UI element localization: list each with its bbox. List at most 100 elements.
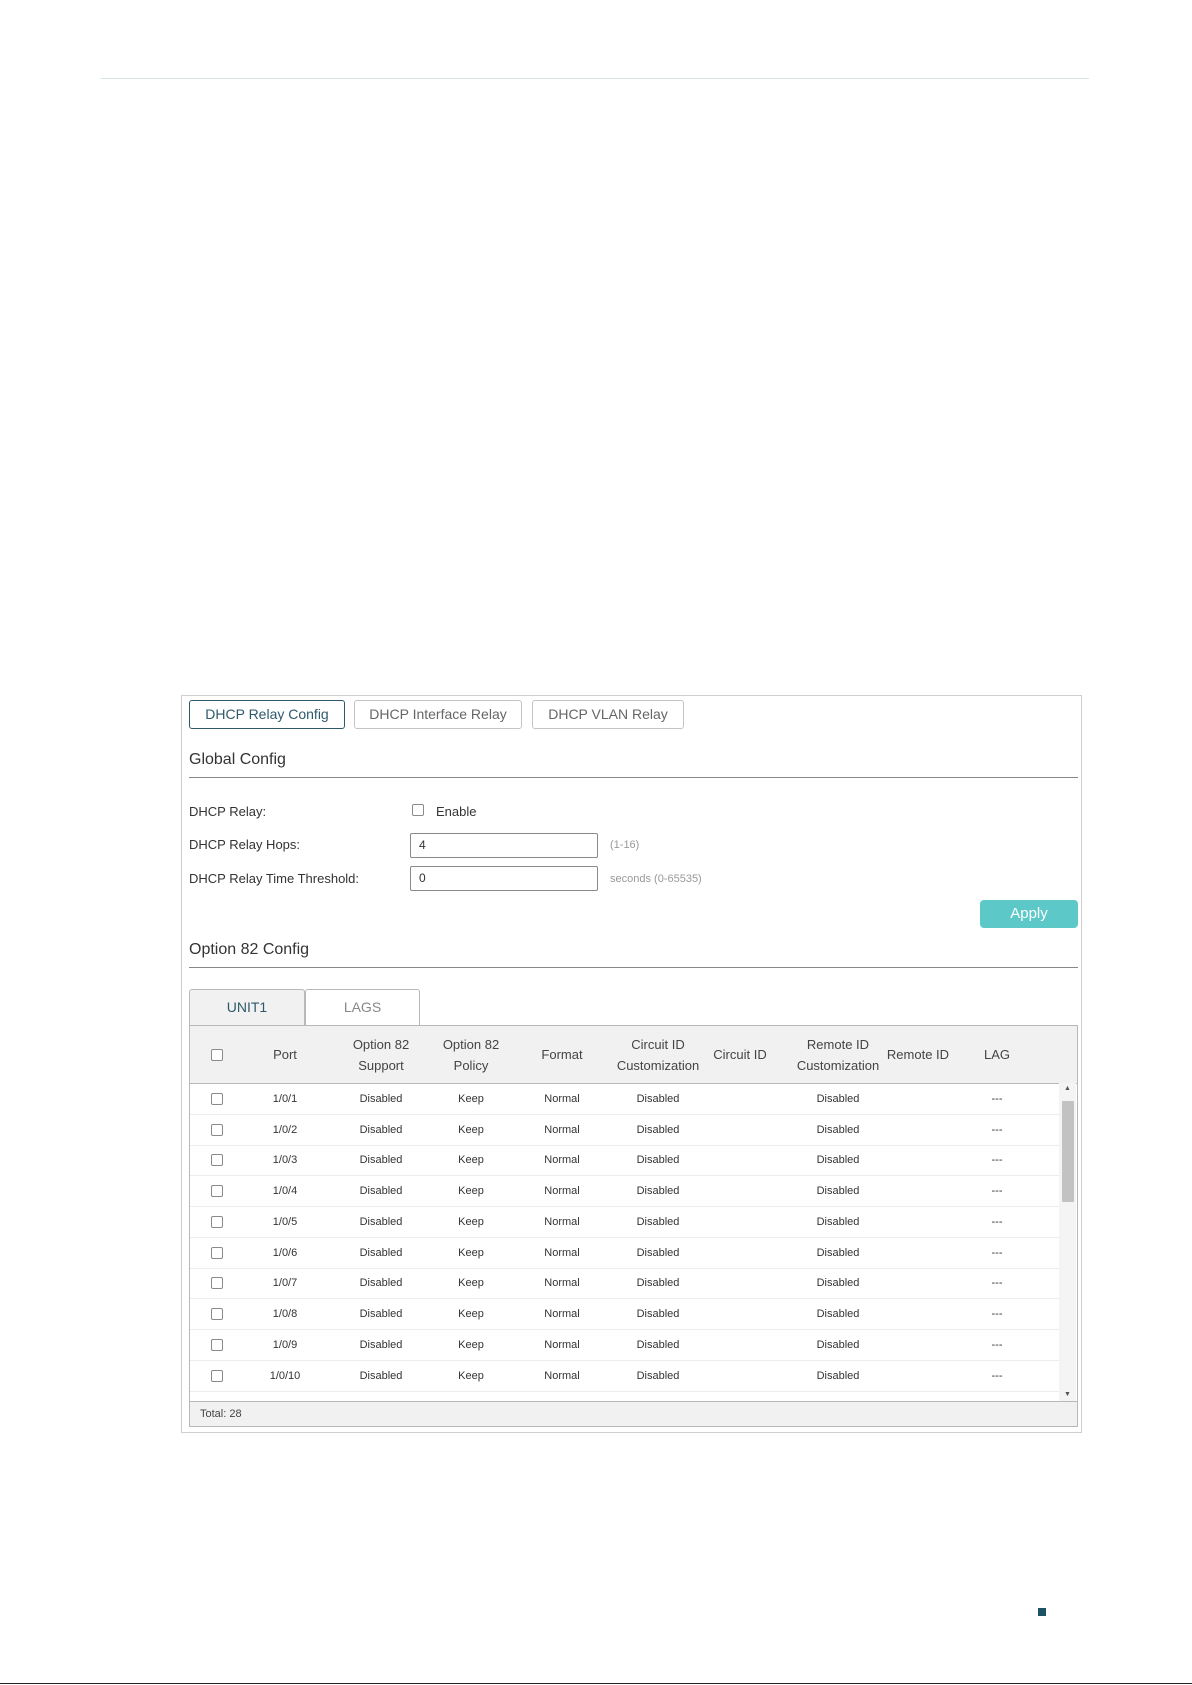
table-row[interactable]: 1/0/1 Disabled Keep Normal Disabled Disabled -… bbox=[190, 1084, 1060, 1115]
tab-unit1[interactable]: UNIT1 bbox=[189, 989, 305, 1025]
cell-support: Disabled bbox=[359, 1370, 403, 1382]
cell-lag: --- bbox=[991, 1124, 1003, 1136]
row-select-cell bbox=[204, 1361, 230, 1391]
cell-circuit-cust: Disabled bbox=[636, 1216, 680, 1228]
col-remote-id-customization: Remote ID Customization bbox=[783, 1026, 893, 1083]
col-port: Port bbox=[250, 1026, 320, 1083]
row-select-checkbox[interactable] bbox=[211, 1093, 223, 1105]
cell-support: Disabled bbox=[359, 1154, 403, 1166]
row-select-cell bbox=[204, 1238, 230, 1268]
cell-remote-cust: Disabled bbox=[816, 1093, 860, 1105]
cell-circuit-cust: Disabled bbox=[636, 1370, 680, 1382]
cell-remote-cust: Disabled bbox=[816, 1124, 860, 1136]
dhcp-relay-hops-input[interactable]: 4 bbox=[410, 833, 598, 858]
table-scrollbar[interactable]: ▲ ▼ bbox=[1059, 1083, 1076, 1401]
col-label-line1: Option 82 bbox=[442, 1036, 500, 1052]
cell-format: Normal bbox=[544, 1339, 580, 1351]
col-option82-policy: Option 82 Policy bbox=[421, 1026, 521, 1083]
cell-remote-cust: Disabled bbox=[816, 1216, 860, 1228]
tab-dhcp-vlan-relay[interactable]: DHCP VLAN Relay bbox=[532, 700, 684, 729]
cell-lag: --- bbox=[991, 1277, 1003, 1289]
table-row[interactable]: 1/0/4 Disabled Keep Normal Disabled Disabled -… bbox=[190, 1176, 1060, 1207]
cell-circuit-id bbox=[700, 1268, 780, 1298]
scroll-down-arrow-icon[interactable]: ▼ bbox=[1059, 1389, 1076, 1401]
table-row[interactable]: 1/0/8 Disabled Keep Normal Disabled Disabled -… bbox=[190, 1299, 1060, 1330]
cell-format: Normal bbox=[544, 1154, 580, 1166]
row-select-cell bbox=[204, 1299, 230, 1329]
col-circuit-id: Circuit ID bbox=[700, 1026, 780, 1083]
cell-policy: Keep bbox=[458, 1247, 484, 1259]
cell-circuit-cust: Disabled bbox=[636, 1093, 680, 1105]
cell-port: 1/0/7 bbox=[272, 1277, 298, 1289]
table-row[interactable]: 1/0/3 Disabled Keep Normal Disabled Disabled -… bbox=[190, 1145, 1060, 1176]
cell-lag: --- bbox=[991, 1247, 1003, 1259]
cell-remote-id bbox=[878, 1299, 958, 1329]
dhcp-relay-enable-checkbox[interactable] bbox=[412, 804, 424, 816]
cell-circuit-cust: Disabled bbox=[636, 1124, 680, 1136]
dhcp-relay-threshold-label: DHCP Relay Time Threshold: bbox=[189, 871, 360, 886]
cell-support: Disabled bbox=[359, 1247, 403, 1259]
col-port-label: Port bbox=[273, 1047, 297, 1062]
cell-port: 1/0/1 bbox=[272, 1093, 298, 1105]
page-header-rule bbox=[101, 78, 1089, 79]
select-all-checkbox[interactable] bbox=[211, 1048, 223, 1061]
cell-policy: Keep bbox=[458, 1370, 484, 1382]
dhcp-relay-threshold-input[interactable]: 0 bbox=[410, 866, 598, 891]
cell-format: Normal bbox=[544, 1247, 580, 1259]
row-select-checkbox[interactable] bbox=[211, 1370, 223, 1382]
table-row[interactable]: 1/0/5 Disabled Keep Normal Disabled Disabled -… bbox=[190, 1207, 1060, 1238]
cell-support: Disabled bbox=[359, 1093, 403, 1105]
col-lag: LAG bbox=[967, 1026, 1027, 1083]
cell-circuit-id bbox=[700, 1084, 780, 1114]
cell-remote-id bbox=[878, 1084, 958, 1114]
option82-config-divider bbox=[189, 967, 1078, 968]
cell-support: Disabled bbox=[359, 1216, 403, 1228]
col-circuit-id-label: Circuit ID bbox=[713, 1047, 767, 1062]
row-select-checkbox[interactable] bbox=[211, 1154, 223, 1166]
col-format-label: Format bbox=[541, 1047, 583, 1062]
cell-policy: Keep bbox=[458, 1093, 484, 1105]
cell-lag: --- bbox=[991, 1154, 1003, 1166]
cell-support: Disabled bbox=[359, 1124, 403, 1136]
cell-format: Normal bbox=[544, 1308, 580, 1320]
table-row[interactable]: 1/0/10 Disabled Keep Normal Disabled Disabled… bbox=[190, 1361, 1060, 1392]
col-option82-support: Option 82 Support bbox=[326, 1026, 436, 1083]
cell-remote-cust: Disabled bbox=[816, 1185, 860, 1197]
scroll-up-arrow-icon[interactable]: ▲ bbox=[1059, 1083, 1076, 1095]
table-row[interactable]: 1/0/2 Disabled Keep Normal Disabled Disabled -… bbox=[190, 1115, 1060, 1146]
cell-remote-cust: Disabled bbox=[816, 1277, 860, 1289]
row-select-checkbox[interactable] bbox=[211, 1216, 223, 1228]
row-select-checkbox[interactable] bbox=[211, 1247, 223, 1259]
cell-policy: Keep bbox=[458, 1216, 484, 1228]
cell-port: 1/0/4 bbox=[272, 1185, 298, 1197]
table-row[interactable]: 1/0/9 Disabled Keep Normal Disabled Disabled -… bbox=[190, 1330, 1060, 1361]
option82-port-table: Port Option 82 Support Option 82 Policy … bbox=[189, 1025, 1078, 1427]
scroll-thumb[interactable] bbox=[1062, 1101, 1074, 1202]
cell-circuit-cust: Disabled bbox=[636, 1308, 680, 1320]
cell-remote-cust: Disabled bbox=[816, 1247, 860, 1259]
row-select-checkbox[interactable] bbox=[211, 1277, 223, 1289]
apply-button[interactable]: Apply bbox=[980, 900, 1078, 928]
cell-circuit-cust: Disabled bbox=[636, 1185, 680, 1197]
table-row[interactable]: 1/0/7 Disabled Keep Normal Disabled Disabled -… bbox=[190, 1268, 1060, 1299]
global-config-title: Global Config bbox=[189, 751, 286, 768]
col-label-line2: Customization bbox=[616, 1057, 700, 1073]
row-select-cell bbox=[204, 1268, 230, 1298]
cell-remote-id bbox=[878, 1176, 958, 1206]
col-remote-id-label: Remote ID bbox=[886, 1047, 950, 1062]
cell-circuit-cust: Disabled bbox=[636, 1154, 680, 1166]
row-select-checkbox[interactable] bbox=[211, 1308, 223, 1320]
cell-support: Disabled bbox=[359, 1185, 403, 1197]
cell-lag: --- bbox=[991, 1093, 1003, 1105]
row-select-checkbox[interactable] bbox=[211, 1124, 223, 1136]
row-select-checkbox[interactable] bbox=[211, 1185, 223, 1197]
tab-dhcp-relay-config[interactable]: DHCP Relay Config bbox=[189, 700, 345, 729]
cell-circuit-id bbox=[700, 1361, 780, 1391]
row-select-checkbox[interactable] bbox=[211, 1339, 223, 1351]
threshold-range-hint: seconds (0-65535) bbox=[610, 873, 702, 885]
option82-config-title: Option 82 Config bbox=[189, 941, 310, 958]
tab-dhcp-interface-relay[interactable]: DHCP Interface Relay bbox=[354, 700, 522, 729]
table-row[interactable]: 1/0/6 Disabled Keep Normal Disabled Disabled -… bbox=[190, 1238, 1060, 1269]
cell-port: 1/0/3 bbox=[272, 1154, 298, 1166]
tab-lags[interactable]: LAGS bbox=[305, 989, 420, 1025]
